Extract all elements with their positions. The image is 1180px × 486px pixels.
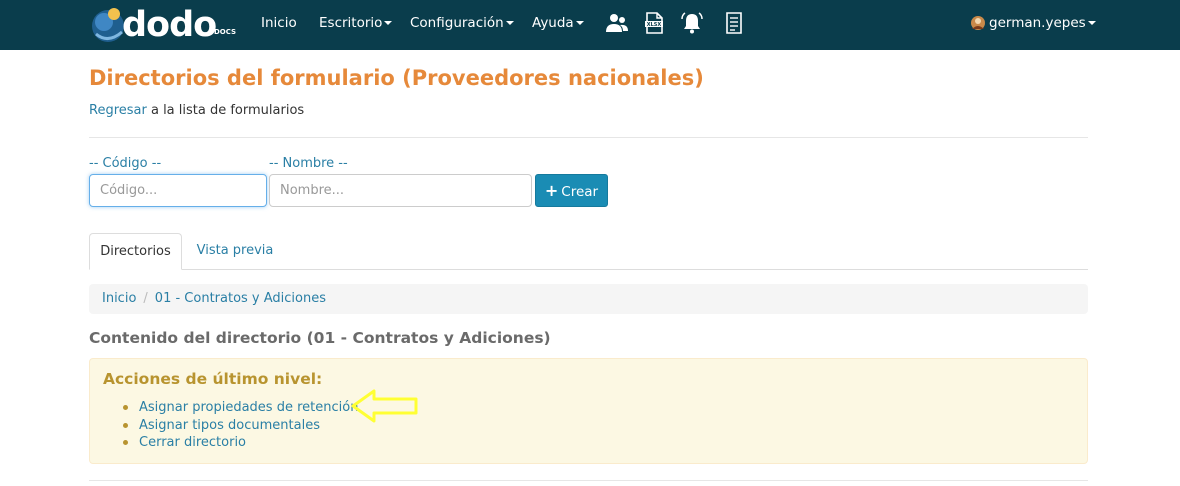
breadcrumb: Inicio / 01 - Contratos y Adiciones: [89, 284, 1088, 314]
bullet-icon: [123, 440, 128, 445]
xlsx-file-icon[interactable]: XLSX: [642, 11, 666, 35]
nav-configuracion-label: Configuración: [410, 15, 504, 31]
action-cerrar-directorio[interactable]: Cerrar directorio: [123, 434, 358, 452]
divider: [89, 137, 1088, 138]
back-line: Regresar a la lista de formularios: [89, 103, 304, 118]
action-asignar-retencion[interactable]: Asignar propiedades de retención: [123, 399, 358, 417]
codigo-input[interactable]: Código...: [89, 174, 267, 207]
bullet-icon: [123, 422, 128, 428]
user-menu[interactable]: german.yepes: [970, 0, 1096, 50]
tab-vista-previa[interactable]: Vista previa: [185, 233, 285, 270]
nav-inicio-label: Inicio: [261, 15, 297, 31]
chevron-down-icon: [575, 21, 584, 25]
codigo-placeholder: Código...: [100, 183, 158, 198]
chevron-down-icon: [505, 21, 514, 25]
bullet-icon: [123, 405, 128, 410]
create-button-label: Crear: [561, 184, 599, 200]
page-title: Directorios del formulario (Proveedores …: [89, 66, 704, 90]
bottom-divider: [89, 480, 1088, 481]
brand-subtitle: DOCS: [214, 28, 237, 36]
breadcrumb-separator: /: [143, 291, 148, 306]
action-asignar-tipos[interactable]: Asignar tipos documentales: [123, 417, 358, 435]
action-label: Asignar propiedades de retención: [139, 400, 359, 415]
breadcrumb-inicio[interactable]: Inicio: [102, 291, 136, 306]
section-title: Contenido del directorio (01 - Contratos…: [89, 329, 551, 347]
bell-icon[interactable]: [680, 11, 704, 35]
nav-inicio[interactable]: Inicio: [261, 0, 297, 50]
brand-name: dodo: [122, 5, 217, 45]
actions-panel: Acciones de último nivel: Asignar propie…: [89, 358, 1088, 464]
back-text: a la lista de formularios: [146, 103, 305, 118]
tab-directorios-label: Directorios: [100, 244, 171, 259]
nombre-label: -- Nombre --: [269, 156, 348, 171]
user-avatar-icon: [971, 16, 985, 30]
nombre-input[interactable]: Nombre...: [269, 174, 532, 207]
nav-ayuda-label: Ayuda: [532, 15, 574, 31]
back-link[interactable]: Regresar: [89, 103, 147, 118]
nav-ayuda[interactable]: Ayuda: [532, 0, 584, 50]
breadcrumb-directorio[interactable]: 01 - Contratos y Adiciones: [155, 291, 326, 306]
tab-vista-previa-label: Vista previa: [196, 243, 274, 258]
codigo-label: -- Código --: [89, 156, 162, 171]
chevron-down-icon: [1087, 21, 1096, 25]
chevron-down-icon: [384, 21, 393, 25]
actions-list: Asignar propiedades de retención Asignar…: [123, 399, 358, 452]
brand-logo[interactable]: dodo DOCS: [90, 4, 240, 46]
action-label: Asignar tipos documentales: [139, 417, 320, 433]
nav-configuracion[interactable]: Configuración: [410, 0, 514, 50]
nav-escritorio-label: Escritorio: [319, 15, 383, 31]
document-list-icon[interactable]: [722, 11, 746, 35]
users-icon[interactable]: [605, 11, 629, 35]
create-button[interactable]: + Crear: [535, 174, 608, 207]
user-name: german.yepes: [989, 15, 1086, 31]
nav-escritorio[interactable]: Escritorio: [319, 0, 393, 50]
nombre-placeholder: Nombre...: [280, 183, 345, 198]
actions-title: Acciones de último nivel:: [103, 370, 323, 388]
svg-text:XLSX: XLSX: [647, 22, 662, 28]
action-label: Cerrar directorio: [139, 435, 247, 450]
top-navbar: dodo DOCS Inicio Escritorio Configuració…: [0, 0, 1180, 50]
tab-directorios[interactable]: Directorios: [89, 233, 182, 270]
plus-icon: +: [544, 181, 559, 200]
annotation-arrow-icon: [351, 389, 418, 423]
